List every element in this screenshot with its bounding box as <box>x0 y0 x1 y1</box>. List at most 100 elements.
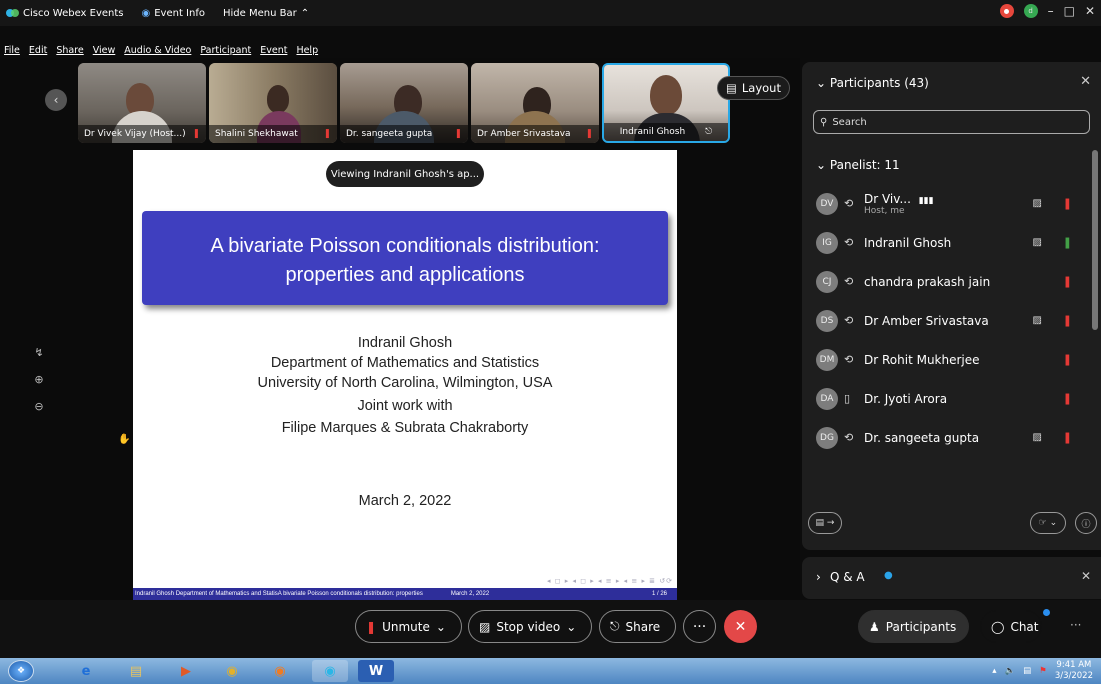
list-item[interactable]: DG ⟲ Dr. sangeeta gupta ▨ ❚ <box>816 418 1086 457</box>
qa-panel[interactable]: › Q & A ● ✕ <box>802 557 1101 599</box>
video-name-label: Dr Vivek Vijay (Host...) ❚ <box>78 125 206 143</box>
avatar: IG <box>816 231 838 254</box>
video-thumb[interactable]: Dr. sangeeta gupta ❚ <box>340 63 468 143</box>
audio-icon: ⟲ <box>844 197 854 210</box>
taskbar-firefox[interactable]: ◉ <box>262 660 298 682</box>
menu-participant[interactable]: Participant <box>200 45 251 56</box>
maximize-icon[interactable]: □ <box>1064 4 1075 18</box>
taskbar-ie[interactable]: e <box>68 660 104 682</box>
participants-panel: ⌄ Participants (43) ✕ ⚲ Search ⌄ Panelis… <box>802 62 1101 550</box>
close-icon[interactable]: ✕ <box>1085 4 1095 18</box>
panel-scrollbar[interactable] <box>1092 150 1098 330</box>
user-avatar[interactable]: d <box>1023 4 1038 18</box>
info-button[interactable]: ⓘ <box>1075 512 1097 534</box>
menu-view[interactable]: View <box>93 45 116 56</box>
mic-muted-icon[interactable]: ❚ <box>1063 431 1072 444</box>
viewing-banner: Viewing Indranil Ghosh's ap... <box>326 161 484 187</box>
stop-video-button[interactable]: ▨ Stop video ⌄ <box>468 610 592 643</box>
close-icon[interactable]: ✕ <box>1081 569 1091 583</box>
tray-expand-icon[interactable]: ▴ <box>992 666 996 677</box>
more-options-button[interactable]: ··· <box>683 610 716 643</box>
menu-audio-video[interactable]: Audio & Video <box>124 45 191 56</box>
list-item[interactable]: DM ⟲ Dr Rohit Mukherjee ❚ <box>816 340 1086 379</box>
taskbar-word[interactable]: W <box>358 660 394 682</box>
start-button[interactable]: ❖ <box>8 660 34 682</box>
list-item[interactable]: IG ⟲ Indranil Ghosh ▨ ❚ <box>816 223 1086 262</box>
list-item[interactable]: DV ⟲ Dr Viv... ▮▮▮ Host, me ▨ ❚ <box>816 184 1086 223</box>
slide-title-box: A bivariate Poisson conditionals distrib… <box>142 211 668 305</box>
mic-muted-icon[interactable]: ❚ <box>1063 353 1072 366</box>
minimize-icon[interactable]: – <box>1048 4 1054 18</box>
chevron-left-icon: ‹ <box>53 93 59 107</box>
participants-button[interactable]: ♟ Participants <box>858 610 969 643</box>
avatar: DM <box>816 348 838 371</box>
search-input[interactable]: ⚲ Search <box>813 110 1090 134</box>
menu-file[interactable]: File <box>4 45 20 56</box>
flag-icon[interactable]: ⚑ <box>1039 666 1047 677</box>
unmute-button[interactable]: ❚ Unmute ⌄ <box>355 610 462 643</box>
participant-figure <box>267 85 289 113</box>
phone-icon: ▯ <box>844 392 851 405</box>
list-item[interactable]: DS ⟲ Dr Amber Srivastava ▨ ❚ <box>816 301 1086 340</box>
layout-icon: ▤ <box>726 81 737 95</box>
audio-icon: ⟲ <box>844 314 854 327</box>
chat-button[interactable]: ◯ Chat <box>980 610 1042 643</box>
webex-logo-icon <box>6 9 19 17</box>
close-icon[interactable]: ✕ <box>1080 74 1091 89</box>
raise-hand-button[interactable]: ☞ ⌄ <box>1030 512 1066 534</box>
menu-edit[interactable]: Edit <box>29 45 47 56</box>
panel-expand-button[interactable]: ▤ → <box>808 512 842 534</box>
video-icon: ▨ <box>1032 432 1042 443</box>
zoom-out-icon[interactable]: ⊖ <box>34 400 43 413</box>
menu-bar: File Edit Share View Audio & Video Parti… <box>0 43 318 57</box>
qa-label: Q & A <box>830 570 865 584</box>
panelist-section[interactable]: ⌄ Panelist: 11 <box>816 158 900 172</box>
clock[interactable]: 9:41 AM 3/3/2022 <box>1055 660 1093 682</box>
list-item[interactable]: CJ ⟲ chandra prakash jain ❚ <box>816 262 1086 301</box>
video-icon: ▨ <box>1032 315 1042 326</box>
mic-muted-icon[interactable]: ❚ <box>1063 275 1072 288</box>
video-thumb-active[interactable]: Indranil Ghosh ⎋ <box>602 63 730 143</box>
qa-dot-icon: ● <box>884 570 893 581</box>
strip-prev-button[interactable]: ‹ <box>45 89 67 111</box>
taskbar-explorer[interactable]: ▤ <box>118 660 154 682</box>
participants-header[interactable]: ⌄ Participants (43) <box>816 76 929 90</box>
taskbar-chrome[interactable]: ◉ <box>214 660 250 682</box>
network-icon[interactable]: ▤ <box>1023 666 1031 677</box>
chevron-down-icon: ⌄ <box>435 619 446 634</box>
annotate-icon[interactable]: ↯ <box>34 346 43 359</box>
video-thumb[interactable]: Dr Vivek Vijay (Host...) ❚ <box>78 63 206 143</box>
zoom-in-icon[interactable]: ⊕ <box>34 373 43 386</box>
layout-button[interactable]: ▤ Layout <box>717 76 790 100</box>
record-icon[interactable] <box>999 4 1014 18</box>
video-thumb[interactable]: Dr Amber Srivastava ❚ <box>471 63 599 143</box>
chrome-icon: ◉ <box>226 663 238 679</box>
audio-icon: ⟲ <box>844 431 854 444</box>
info-icon: ◉ <box>141 7 151 19</box>
overflow-menu-button[interactable]: ··· <box>1070 618 1081 632</box>
chevron-down-icon: ⌄ <box>566 619 577 634</box>
chevron-down-icon: ⌄ <box>816 76 827 90</box>
system-tray: ▴ 🔈 ▤ ⚑ 9:41 AM 3/3/2022 <box>992 660 1093 682</box>
mic-muted-icon[interactable]: ❚ <box>1063 314 1072 327</box>
chat-icon: ◯ <box>991 619 1005 634</box>
taskbar-webex[interactable]: ◉ <box>312 660 348 682</box>
menu-event[interactable]: Event <box>260 45 287 56</box>
share-button[interactable]: ⎋ Share <box>599 610 676 643</box>
mic-muted-icon[interactable]: ❚ <box>1063 197 1072 210</box>
hide-menu-bar-button[interactable]: Hide Menu Bar ⌃ <box>223 8 309 19</box>
event-info-button[interactable]: ◉ Event Info <box>142 8 206 19</box>
mic-muted-icon: ❚ <box>323 129 331 139</box>
mic-on-icon[interactable]: ❚ <box>1063 236 1072 249</box>
list-item[interactable]: DA ▯ Dr. Jyoti Arora ❚ <box>816 379 1086 418</box>
menu-share[interactable]: Share <box>56 45 83 56</box>
volume-icon[interactable]: 🔈 <box>1005 666 1016 677</box>
slide-joint: Joint work with <box>357 398 453 414</box>
beamer-nav[interactable]: ◂ ◻ ▸ ◂ ◻ ▸ ◂ ≡ ▸ ◂ ≡ ▸ ≣ ↺⟳ <box>547 577 673 585</box>
avatar: CJ <box>816 270 838 293</box>
video-thumb[interactable]: Shalini Shekhawat ❚ <box>209 63 337 143</box>
taskbar-media[interactable]: ▶ <box>168 660 204 682</box>
leave-button[interactable]: ✕ <box>724 610 757 643</box>
mic-muted-icon[interactable]: ❚ <box>1063 392 1072 405</box>
menu-help[interactable]: Help <box>296 45 318 56</box>
